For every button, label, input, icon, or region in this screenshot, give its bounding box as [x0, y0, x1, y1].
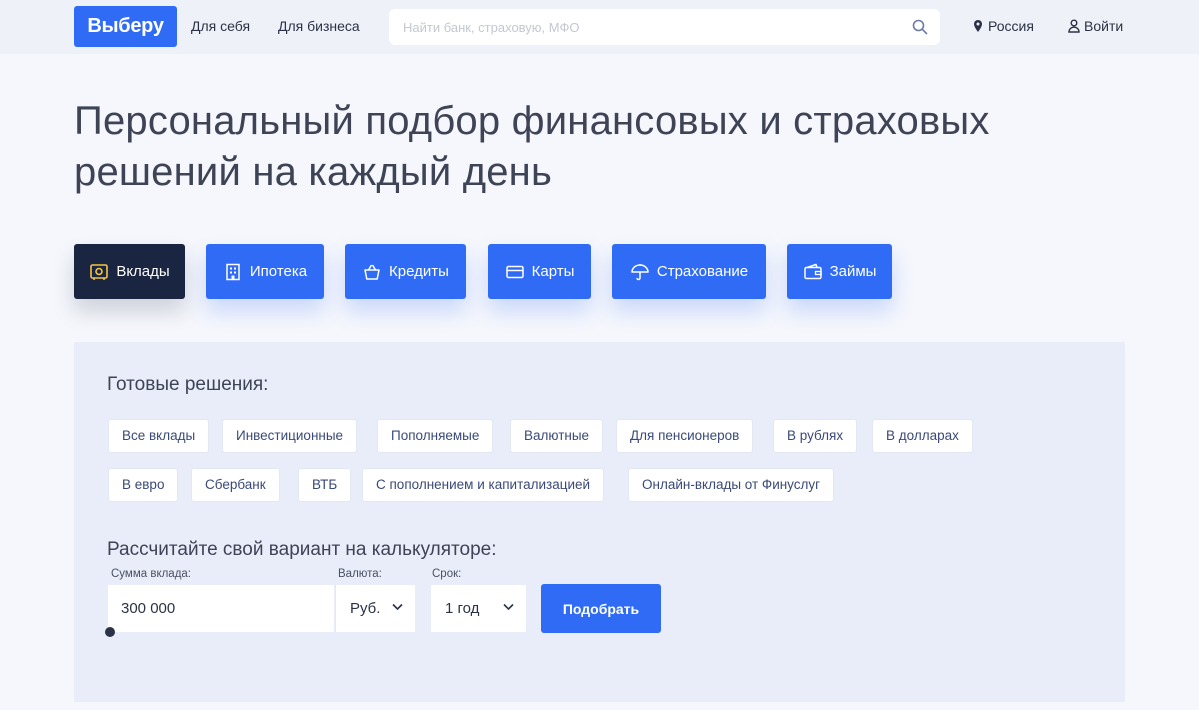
- chip-vtb[interactable]: ВТБ: [298, 468, 352, 502]
- safe-icon: [90, 263, 109, 280]
- region-label: Россия: [988, 18, 1034, 34]
- amount-slider-handle[interactable]: [105, 627, 115, 637]
- term-value: 1 год: [445, 600, 480, 617]
- chip-investment[interactable]: Инвестиционные: [222, 419, 358, 453]
- category-loans[interactable]: Займы: [787, 244, 892, 299]
- category-mortgage[interactable]: Ипотека: [206, 244, 324, 299]
- wallet-icon: [803, 263, 822, 279]
- chip-dollars[interactable]: В долларах: [872, 419, 973, 453]
- category-credits[interactable]: Кредиты: [345, 244, 466, 299]
- chip-capitalization[interactable]: С пополнением и капитализацией: [362, 468, 605, 502]
- category-label: Страхование: [656, 263, 749, 280]
- chip-euro[interactable]: В евро: [108, 468, 179, 502]
- search-box: [389, 9, 940, 45]
- page-title: Персональный подбор финансовых и страхов…: [74, 96, 1074, 198]
- chip-online-finuslugi[interactable]: Онлайн-вклады от Финуслуг: [628, 468, 835, 502]
- umbrella-icon: [631, 263, 649, 280]
- chip-rubles[interactable]: В рублях: [773, 419, 858, 453]
- term-select[interactable]: 1 год: [431, 585, 526, 632]
- site-header: Выберу Для себя Для бизнеса Россия Войти: [0, 0, 1199, 54]
- chip-sberbank[interactable]: Сбербанк: [191, 468, 280, 502]
- category-deposits[interactable]: Вклады: [74, 244, 185, 299]
- nav-for-business[interactable]: Для бизнеса: [278, 18, 360, 34]
- currency-select[interactable]: Руб.: [335, 585, 415, 632]
- chip-currency[interactable]: Валютные: [510, 419, 604, 453]
- amount-label: Сумма вклада:: [111, 568, 192, 580]
- search-icon[interactable]: [912, 19, 928, 35]
- category-label: Кредиты: [389, 263, 449, 280]
- nav-for-self[interactable]: Для себя: [191, 18, 250, 34]
- category-label: Ипотека: [249, 263, 308, 280]
- chip-pensioners[interactable]: Для пенсионеров: [616, 419, 754, 453]
- category-insurance[interactable]: Страхование: [612, 244, 766, 299]
- currency-value: Руб.: [350, 600, 381, 617]
- chip-replenishable[interactable]: Пополняемые: [377, 419, 494, 453]
- currency-label: Валюта:: [338, 568, 382, 580]
- building-icon: [226, 263, 240, 280]
- region-selector[interactable]: Россия: [972, 18, 1034, 34]
- chevron-down-icon: [392, 603, 403, 611]
- category-label: Вклады: [116, 263, 170, 280]
- ready-solutions-title: Готовые решения:: [107, 374, 269, 395]
- category-cards[interactable]: Карты: [488, 244, 591, 299]
- term-label: Срок:: [432, 568, 462, 580]
- category-label: Карты: [531, 263, 575, 280]
- search-input[interactable]: [403, 9, 903, 45]
- calculator-title: Рассчитайте свой вариант на калькуляторе…: [107, 539, 497, 560]
- submit-button[interactable]: Подобрать: [541, 584, 661, 633]
- ready-solutions-panel: Готовые решения: Все вклады Инвестиционн…: [74, 342, 1125, 702]
- page-title-line-2: решений на каждый день: [74, 150, 553, 194]
- login-label: Войти: [1084, 18, 1124, 34]
- chevron-down-icon: [503, 603, 514, 611]
- card-icon: [505, 265, 524, 278]
- amount-input[interactable]: [108, 585, 334, 632]
- site-logo[interactable]: Выберу: [74, 6, 177, 47]
- user-icon: [1068, 19, 1080, 33]
- page-title-line-1: Персональный подбор финансовых и страхов…: [74, 99, 990, 143]
- basket-icon: [364, 264, 380, 280]
- login-link[interactable]: Войти: [1068, 18, 1123, 34]
- chip-all-deposits[interactable]: Все вклады: [108, 419, 210, 453]
- category-label: Займы: [829, 263, 877, 280]
- amount-field-wrap: [108, 585, 334, 632]
- location-pin-icon: [974, 20, 982, 32]
